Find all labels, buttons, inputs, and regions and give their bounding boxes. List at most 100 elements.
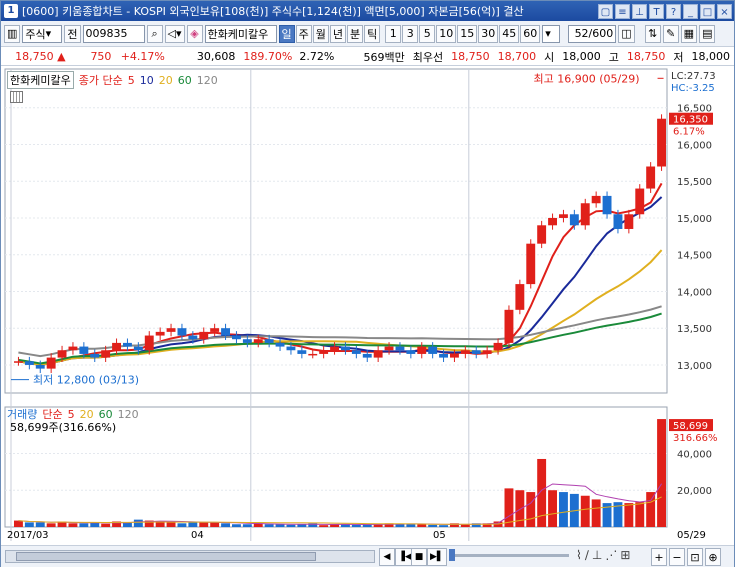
volume-ratio: 189.70% (243, 50, 293, 63)
candle-body (242, 339, 252, 343)
maximize-icon[interactable]: □ (700, 3, 715, 19)
period-tab-5[interactable]: 틱 (364, 24, 381, 43)
interval-button-30[interactable]: 30 (478, 24, 499, 43)
candle-body (166, 328, 176, 332)
period-tab-3[interactable]: 년 (329, 24, 347, 43)
volume-tick-0: 40,000 (677, 449, 712, 460)
draw-icon[interactable]: ✎ (662, 24, 679, 43)
price-tick-3: 15,000 (677, 214, 712, 225)
hc-label: HC:-3.25 (671, 83, 715, 94)
favorite-icon[interactable]: ◈ (186, 24, 203, 43)
quote-bar: 18,750 ▲ 750 +4.17% 30,608 189.70% 2.72%… (1, 48, 734, 66)
trade-amount: 569백만 (363, 50, 405, 64)
zoom-slider-handle[interactable] (449, 549, 455, 561)
candle-body (14, 361, 23, 363)
chart-canvas[interactable]: 16,50016,00015,50015,00014,50014,00013,5… (1, 67, 734, 545)
price-panel-name[interactable]: 한화케미칼우 (7, 71, 74, 89)
indicator-icon[interactable]: ⇅ (644, 24, 661, 43)
title-controls: ▢ ≡ ⊥ T ? _ □ × (598, 3, 732, 19)
search-icon[interactable]: ⌕ (146, 24, 163, 43)
candle-body (417, 346, 427, 354)
layout-icon[interactable]: ▥ (4, 24, 21, 43)
interval-button-15[interactable]: 15 (457, 24, 478, 43)
scroll-left-icon[interactable]: ◀ (379, 548, 395, 566)
minimize-icon[interactable]: _ (683, 3, 698, 19)
market-select[interactable]: 주식 ▾ (22, 24, 63, 43)
stop-icon[interactable]: ■ (411, 548, 427, 566)
play-icon[interactable]: ▶▌ (427, 548, 447, 566)
draw-tools-icons[interactable]: ⌇∕⊥⋰⊞ (576, 548, 633, 562)
price-ma-label-20: 20 (158, 73, 173, 87)
volume-bar (232, 524, 241, 527)
interval-button-45[interactable]: 45 (499, 24, 520, 43)
volume-bar (635, 502, 645, 527)
stock-name-field[interactable]: 한화케미칼우 (204, 24, 277, 43)
interval-button-1[interactable]: 1 (385, 24, 402, 43)
low-note: 최저 12,800 (03/13) (33, 374, 139, 387)
candle-body (341, 346, 350, 351)
candle-body (188, 335, 198, 340)
date-label-may: 05 (433, 530, 446, 541)
help-icon[interactable]: ? (666, 3, 681, 19)
prev-button[interactable]: 전 (64, 24, 81, 43)
candle-body (123, 342, 132, 347)
price-ma-label-120: 120 (196, 73, 218, 87)
interval-button-3[interactable]: 3 (402, 24, 419, 43)
volume-bar (221, 523, 230, 527)
zoom-out-icon[interactable]: − (669, 548, 685, 566)
fit-icon[interactable]: ⊡ (687, 548, 703, 566)
table-icon[interactable] (10, 91, 23, 103)
open-label: 시 (544, 50, 555, 64)
font-icon[interactable]: T (649, 3, 664, 19)
pin-icon[interactable]: ⊥ (632, 3, 647, 19)
chart-area[interactable]: 16,500 16,000 15,500 15,000 14,500 14,000 13,5… (1, 67, 734, 545)
volume-bar (319, 525, 329, 527)
high-price: 18,750 (626, 50, 666, 63)
candle-body (657, 118, 666, 167)
apply-icon[interactable]: ◫ (618, 24, 635, 43)
code-input[interactable]: 009835 (82, 24, 145, 43)
save-icon[interactable]: ▤ (699, 24, 716, 43)
candle-body (537, 225, 547, 244)
candle-body (526, 243, 536, 285)
settings-icon[interactable]: ≡ (615, 3, 630, 19)
low-price: 18,000 (691, 50, 731, 63)
candle-body (308, 353, 318, 356)
price-ma-label-5: 5 (127, 73, 135, 87)
current-price: 18,750 ▲ (15, 50, 66, 63)
interval-button-10[interactable]: 10 (436, 24, 457, 43)
volume-bar (24, 522, 34, 527)
volume-bar (591, 499, 601, 527)
volume-readout: 58,699주(316.66%) (10, 421, 117, 434)
count-field[interactable]: 52/600 (568, 24, 617, 43)
restore-icon[interactable]: ▢ (598, 3, 613, 19)
custom-interval-input[interactable]: ▾ (542, 24, 561, 43)
candle-body (515, 284, 525, 310)
zoom-reset-icon[interactable]: ⊕ (705, 548, 721, 566)
period-tab-0[interactable]: 일 (278, 24, 295, 43)
zoom-slider[interactable] (449, 549, 569, 561)
candle-body (177, 328, 187, 336)
volume-bar (199, 522, 209, 527)
period-tab-1[interactable]: 주 (295, 24, 312, 43)
zoom-in-icon[interactable]: + (651, 548, 667, 566)
candle-body (35, 364, 45, 369)
sound-icon[interactable]: ◁▾ (164, 24, 185, 43)
volume-bar (35, 522, 45, 527)
candle-body (613, 214, 623, 229)
period-tab-4[interactable]: 분 (347, 24, 364, 43)
candle-body (493, 342, 503, 351)
open-price: 18,000 (562, 50, 601, 63)
volume-tick-1: 20,000 (677, 486, 712, 497)
close-icon[interactable]: × (717, 3, 732, 19)
scrollbar-track[interactable] (5, 550, 375, 563)
volume-bar (14, 520, 23, 527)
scrollbar-thumb[interactable] (16, 552, 316, 561)
interval-button-60[interactable]: 60 (520, 24, 541, 43)
interval-button-5[interactable]: 5 (419, 24, 436, 43)
grid-icon[interactable]: ▦ (680, 24, 698, 43)
period-tab-2[interactable]: 월 (312, 24, 329, 43)
candle-body (471, 350, 481, 354)
date-label-start: 2017/03 (7, 530, 49, 541)
period-tabs: 일주월년분틱 (278, 24, 381, 43)
